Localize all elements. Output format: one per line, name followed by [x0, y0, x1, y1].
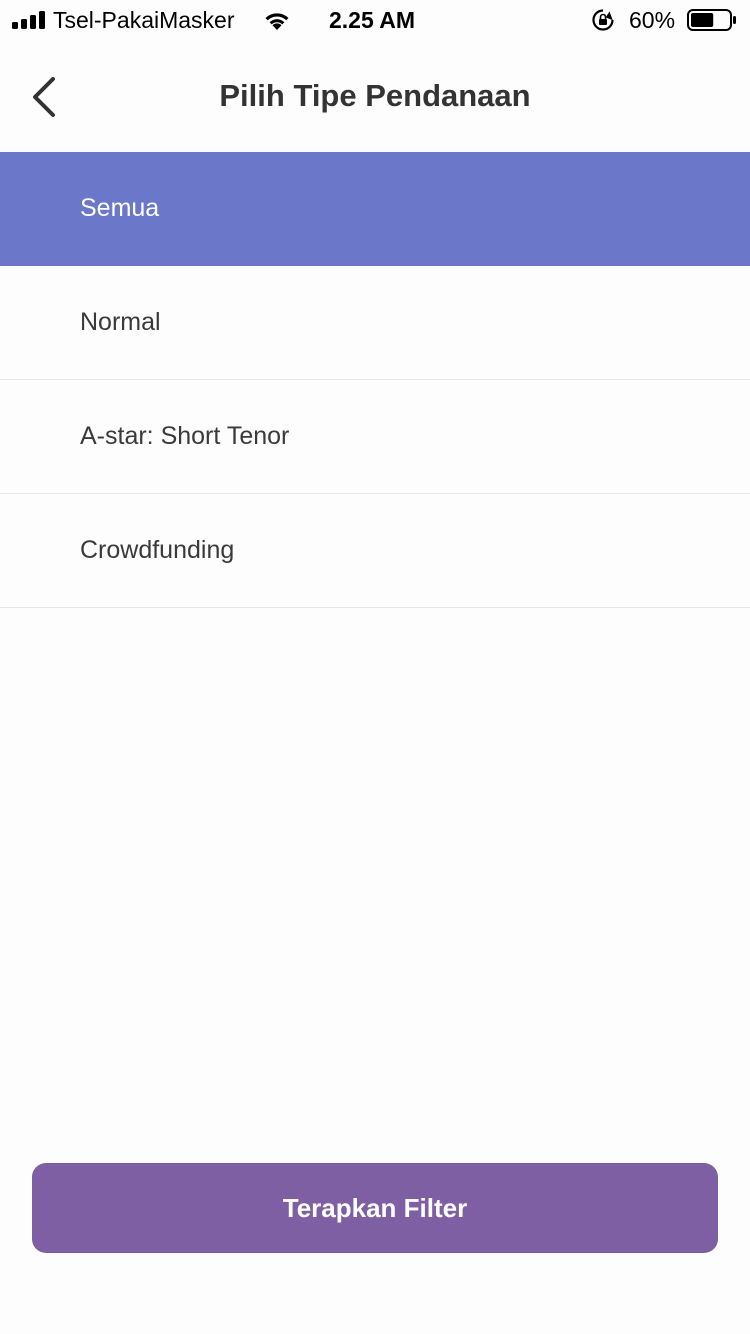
apply-filter-button[interactable]: Terapkan Filter [32, 1163, 718, 1253]
option-label: Crowdfunding [80, 536, 235, 564]
funding-type-list: Semua Normal A-star: Short Tenor Crowdfu… [0, 152, 750, 608]
page-title: Pilih Tipe Pendanaan [219, 78, 531, 113]
clock: 2.25 AM [329, 7, 416, 33]
option-semua[interactable]: Semua [0, 152, 750, 266]
option-label: A-star: Short Tenor [80, 422, 290, 450]
option-label: Semua [80, 194, 160, 222]
battery-icon [687, 9, 736, 31]
option-a-star-short-tenor[interactable]: A-star: Short Tenor [0, 380, 750, 494]
signal-strength-icon [12, 11, 45, 29]
carrier-name: Tsel-PakaiMasker [53, 7, 235, 33]
battery-percent: 60% [629, 7, 676, 33]
option-label: Normal [80, 308, 161, 336]
wifi-icon [265, 13, 289, 30]
navigation-header: Pilih Tipe Pendanaan [0, 40, 750, 152]
option-crowdfunding[interactable]: Crowdfunding [0, 494, 750, 608]
status-bar: Tsel-PakaiMasker 2.25 AM 60% [0, 0, 750, 40]
option-normal[interactable]: Normal [0, 266, 750, 380]
rotation-lock-icon [592, 9, 614, 31]
